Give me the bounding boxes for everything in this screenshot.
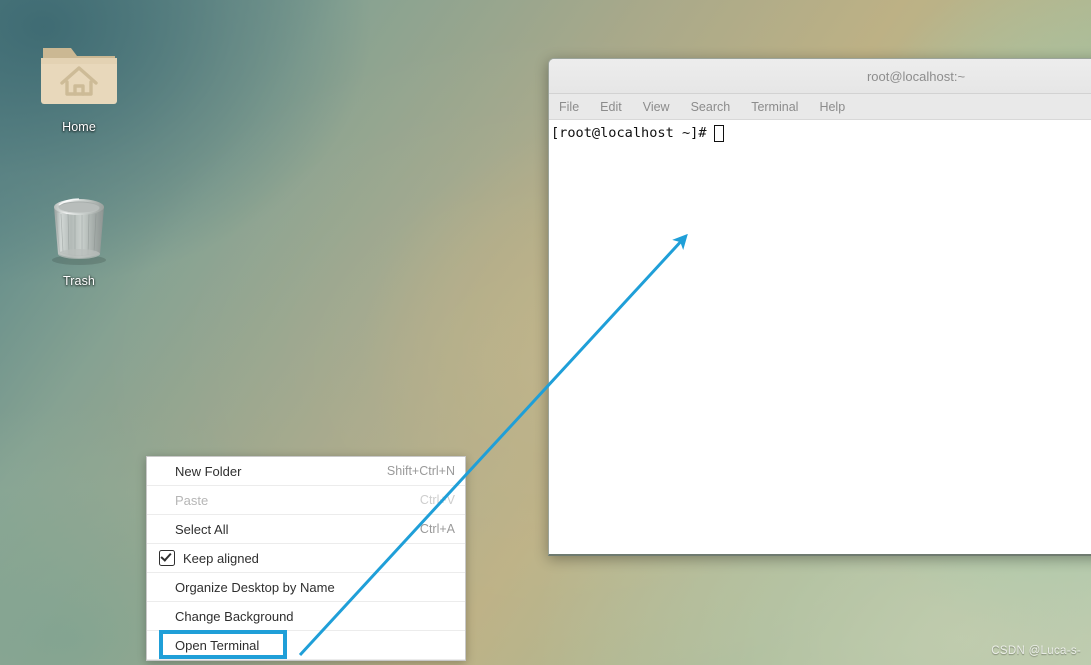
terminal-prompt-line: [root@localhost ~]# [551, 125, 1091, 142]
desktop-screen: Home Trash root@localhost:~ File Edit Vi… [0, 0, 1091, 665]
terminal-title: root@localhost:~ [866, 68, 966, 84]
context-menu-item-label: Paste [175, 492, 209, 508]
desktop-icon-label: Trash [63, 274, 95, 288]
context-menu-item-shortcut: Shift+Ctrl+N [386, 464, 455, 478]
context-menu-item-shortcut: Ctrl+V [419, 493, 455, 507]
menu-item-help[interactable]: Help [819, 100, 845, 114]
desktop-icon-label: Home [62, 120, 96, 134]
context-menu-item-keep-aligned[interactable]: Keep aligned [147, 544, 465, 573]
context-menu-item-open-terminal[interactable]: Open Terminal [147, 631, 465, 660]
desktop-context-menu[interactable]: New Folder Shift+Ctrl+N Paste Ctrl+V Sel… [146, 456, 466, 661]
menu-item-search[interactable]: Search [691, 100, 731, 114]
desktop-icon-trash[interactable]: Trash [24, 186, 134, 288]
context-menu-item-label: Change Background [175, 608, 294, 624]
context-menu-item-organize-desktop-by-name[interactable]: Organize Desktop by Name [147, 573, 465, 602]
context-menu-item-label: Organize Desktop by Name [175, 579, 335, 595]
terminal-cursor [713, 125, 724, 142]
desktop-icon-home[interactable]: Home [24, 32, 134, 134]
menu-item-edit[interactable]: Edit [600, 100, 622, 114]
context-menu-item-paste: Paste Ctrl+V [147, 486, 465, 515]
context-menu-item-new-folder[interactable]: New Folder Shift+Ctrl+N [147, 457, 465, 486]
context-menu-item-label: New Folder [175, 463, 242, 479]
menu-item-terminal[interactable]: Terminal [751, 100, 798, 114]
keep-aligned-checkbox[interactable] [159, 550, 175, 566]
context-menu-item-label: Select All [175, 521, 229, 537]
trash-can-icon [52, 198, 106, 265]
terminal-menubar[interactable]: File Edit View Search Terminal Help [549, 94, 1091, 120]
folder-home-icon [41, 48, 117, 104]
terminal-window[interactable]: root@localhost:~ File Edit View Search T… [548, 58, 1091, 556]
terminal-body[interactable]: [root@localhost ~]# [549, 120, 1091, 554]
context-menu-item-label: Keep aligned [183, 550, 259, 566]
terminal-prompt-text: [root@localhost ~]# [551, 125, 707, 141]
menu-item-view[interactable]: View [643, 100, 670, 114]
context-menu-item-select-all[interactable]: Select All Ctrl+A [147, 515, 465, 544]
terminal-titlebar[interactable]: root@localhost:~ [549, 59, 1091, 94]
context-menu-item-shortcut: Ctrl+A [419, 522, 455, 536]
context-menu-item-change-background[interactable]: Change Background [147, 602, 465, 631]
watermark-text: CSDN @Luca-s- [991, 645, 1081, 657]
menu-item-file[interactable]: File [559, 100, 579, 114]
context-menu-item-label: Open Terminal [175, 637, 260, 653]
